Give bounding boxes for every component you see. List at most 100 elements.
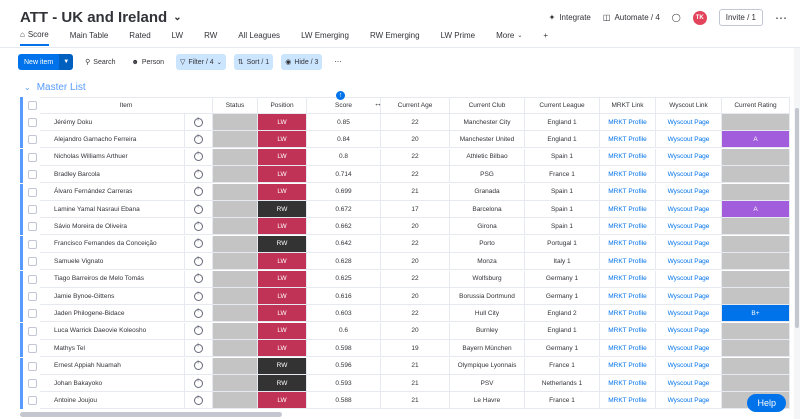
column-header-wyscout[interactable]: Wyscout Link	[656, 97, 722, 114]
row-checkbox[interactable]	[28, 205, 37, 214]
add-update-icon[interactable]	[194, 203, 203, 214]
chevron-down-icon[interactable]: ▼	[59, 54, 74, 70]
row-checkbox[interactable]	[28, 292, 37, 301]
row-checkbox[interactable]	[28, 239, 37, 249]
status-cell[interactable]	[213, 114, 258, 131]
mrkt-link[interactable]: MRKT Profile	[600, 305, 656, 323]
rating-badge[interactable]	[722, 235, 790, 253]
table-row[interactable]: Bradley Barcola LW0.71422PSGFrance 1MRKT …	[20, 166, 790, 184]
add-update-icon[interactable]	[194, 359, 203, 371]
table-row[interactable]: Alejandro Garnacho Ferreira LW0.8420Manch…	[20, 131, 790, 149]
position-badge[interactable]: LW	[258, 114, 307, 131]
conversation-cell[interactable]	[185, 148, 213, 166]
help-button[interactable]: Help	[747, 394, 786, 412]
mrkt-link[interactable]: MRKT Profile	[600, 201, 656, 218]
table-row[interactable]: Álvaro Fernández Carreras LW0.69921Granad…	[20, 183, 790, 201]
row-checkbox[interactable]	[28, 344, 37, 354]
position-badge[interactable]: LW	[258, 305, 307, 323]
add-update-icon[interactable]	[194, 255, 203, 266]
column-header-item[interactable]: Item	[40, 97, 213, 114]
item-name[interactable]: Mathys Tel	[40, 340, 185, 358]
add-update-icon[interactable]	[194, 116, 203, 127]
mrkt-link[interactable]: MRKT Profile	[600, 148, 656, 166]
add-view-icon[interactable]: +	[543, 31, 548, 45]
row-checkbox[interactable]	[28, 326, 37, 336]
add-update-icon[interactable]	[194, 342, 203, 353]
select-all-checkbox[interactable]	[28, 101, 37, 110]
row-checkbox[interactable]	[28, 274, 37, 284]
rating-badge[interactable]	[722, 166, 790, 184]
person-filter-button[interactable]: ☻ Person	[127, 54, 168, 70]
row-checkbox[interactable]	[28, 222, 37, 232]
wyscout-link[interactable]: Wyscout Page	[656, 340, 722, 358]
add-update-icon[interactable]	[194, 185, 203, 197]
item-name[interactable]: Antoine Joujou	[40, 392, 185, 410]
table-row[interactable]: Jérémy Doku LW0.8522Manchester CityEnglan…	[20, 114, 790, 131]
column-header-position[interactable]: Position	[258, 97, 307, 114]
mrkt-link[interactable]: MRKT Profile	[600, 375, 656, 392]
wyscout-link[interactable]: Wyscout Page	[656, 392, 722, 410]
rating-badge[interactable]	[722, 288, 790, 305]
status-cell[interactable]	[213, 357, 258, 375]
table-row[interactable]: Nicholas Williams Arthuer LW0.822Athletic…	[20, 148, 790, 166]
wyscout-link[interactable]: Wyscout Page	[656, 218, 722, 236]
row-checkbox[interactable]	[28, 396, 37, 406]
scroll-thumb[interactable]	[795, 108, 799, 328]
conversation-cell[interactable]	[185, 235, 213, 253]
item-name[interactable]: Nicholas Williams Arthuer	[40, 148, 185, 166]
table-row[interactable]: Johan Bakayoko RW0.59321PSVNetherlands 1M…	[20, 375, 790, 392]
position-badge[interactable]: LW	[258, 322, 307, 340]
status-cell[interactable]	[213, 131, 258, 149]
status-cell[interactable]	[213, 270, 258, 288]
mrkt-link[interactable]: MRKT Profile	[600, 166, 656, 184]
add-update-icon[interactable]	[194, 377, 203, 388]
conversation-cell[interactable]	[185, 357, 213, 375]
add-update-icon[interactable]	[194, 133, 203, 144]
position-badge[interactable]: LW	[258, 270, 307, 288]
position-badge[interactable]: LW	[258, 392, 307, 410]
wyscout-link[interactable]: Wyscout Page	[656, 288, 722, 305]
status-cell[interactable]	[213, 253, 258, 271]
wyscout-link[interactable]: Wyscout Page	[656, 322, 722, 340]
conversation-cell[interactable]	[185, 253, 213, 271]
position-badge[interactable]: RW	[258, 357, 307, 375]
tab-main-table[interactable]: Main Table	[70, 31, 109, 45]
add-update-icon[interactable]	[194, 307, 203, 318]
wyscout-link[interactable]: Wyscout Page	[656, 131, 722, 149]
conversation-cell[interactable]	[185, 375, 213, 392]
mrkt-link[interactable]: MRKT Profile	[600, 235, 656, 253]
rating-badge[interactable]: A	[722, 131, 790, 149]
group-header[interactable]: ⌄ Master List	[24, 82, 86, 93]
mrkt-link[interactable]: MRKT Profile	[600, 357, 656, 375]
item-name[interactable]: Jérémy Doku	[40, 114, 185, 131]
add-update-icon[interactable]	[194, 324, 203, 336]
column-header-age[interactable]: Current Age	[381, 97, 450, 114]
table-row[interactable]: Lamine Yamal Nasraui Ebana RW0.67217Barce…	[20, 201, 790, 218]
position-badge[interactable]: LW	[258, 183, 307, 201]
wyscout-link[interactable]: Wyscout Page	[656, 253, 722, 271]
status-cell[interactable]	[213, 305, 258, 323]
status-cell[interactable]	[213, 322, 258, 340]
status-cell[interactable]	[213, 340, 258, 358]
conversation-cell[interactable]	[185, 270, 213, 288]
rating-badge[interactable]	[722, 183, 790, 201]
vertical-scrollbar[interactable]	[794, 48, 800, 419]
tab-score[interactable]: ⌂ Score	[20, 30, 49, 46]
rating-badge[interactable]	[722, 340, 790, 358]
row-checkbox[interactable]	[28, 135, 37, 145]
position-badge[interactable]: LW	[258, 288, 307, 305]
table-row[interactable]: Mathys Tel LW0.59819Bayern MünchenGermany…	[20, 340, 790, 358]
mrkt-link[interactable]: MRKT Profile	[600, 270, 656, 288]
integrate-button[interactable]: ✦ Integrate	[549, 13, 591, 22]
status-cell[interactable]	[213, 392, 258, 410]
rating-badge[interactable]: B+	[722, 305, 790, 323]
conversation-cell[interactable]	[185, 322, 213, 340]
row-checkbox[interactable]	[28, 118, 37, 127]
conversation-cell[interactable]	[185, 114, 213, 131]
conversation-cell[interactable]	[185, 392, 213, 410]
column-header-club[interactable]: Current Club	[450, 97, 525, 114]
add-update-icon[interactable]	[194, 237, 203, 249]
status-cell[interactable]	[213, 218, 258, 236]
mrkt-link[interactable]: MRKT Profile	[600, 218, 656, 236]
wyscout-link[interactable]: Wyscout Page	[656, 305, 722, 323]
